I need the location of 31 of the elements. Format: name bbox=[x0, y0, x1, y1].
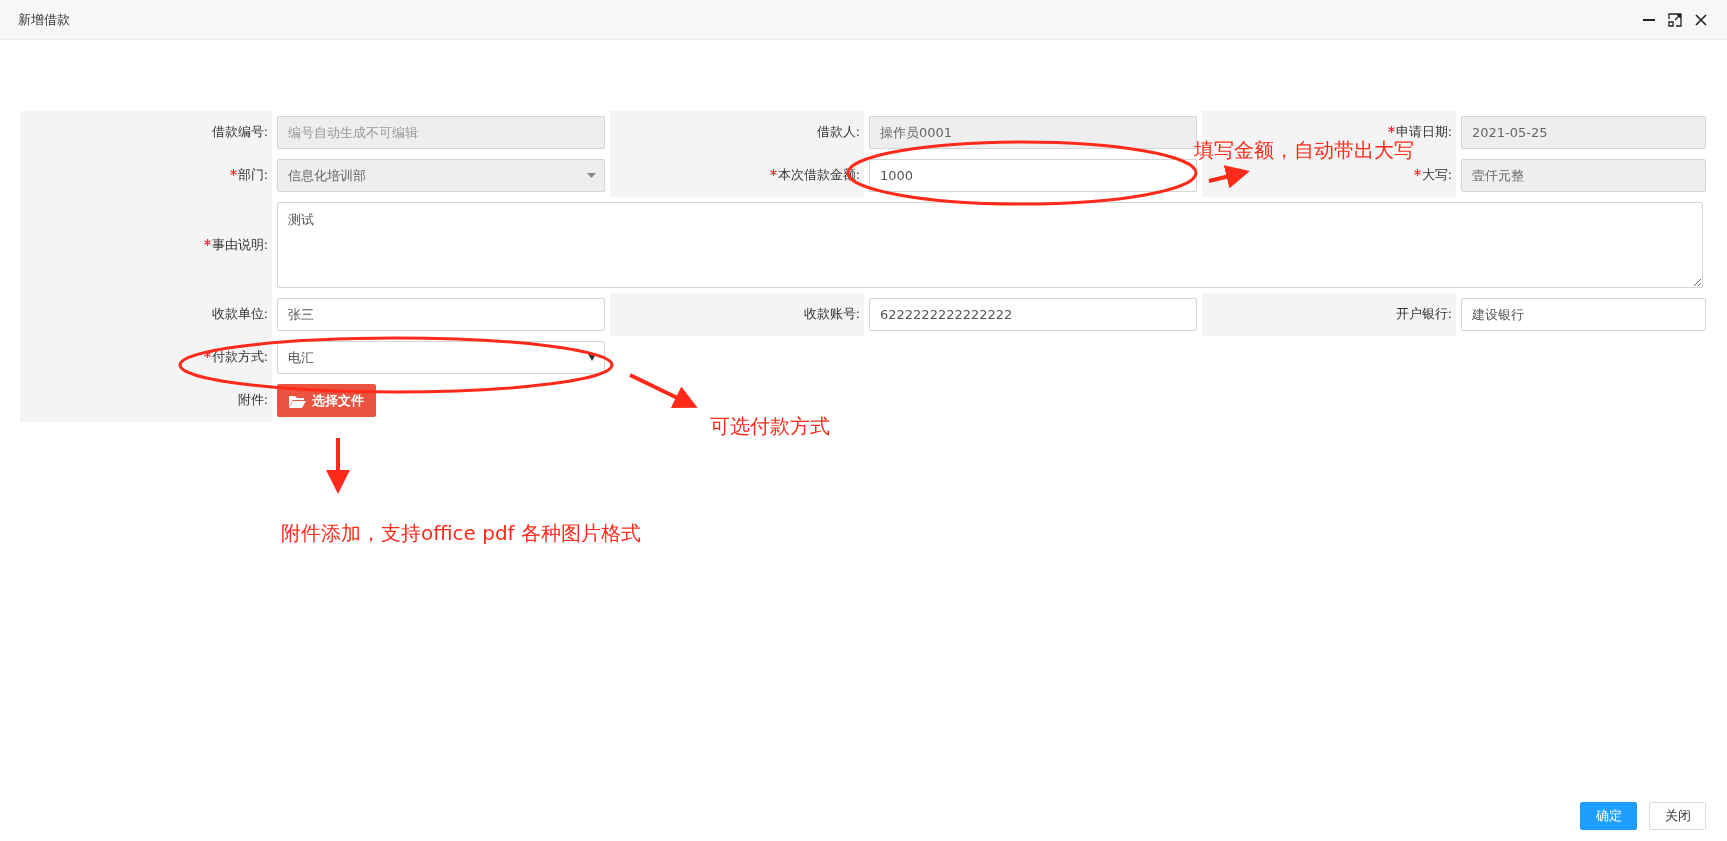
field-label: 事由说明: bbox=[211, 236, 268, 254]
arrow bbox=[326, 438, 350, 494]
annotation-note: 附件添加，支持office pdf 各种图片格式 bbox=[281, 523, 642, 543]
dropdown[interactable]: 电汇 bbox=[277, 341, 605, 374]
window-title: 新增借款 bbox=[18, 10, 71, 29]
text-area[interactable]: 测试 bbox=[277, 202, 1703, 288]
caret-icon bbox=[588, 354, 596, 361]
input-field[interactable]: 6222222222222222 bbox=[869, 298, 1197, 331]
field-label: 开户银行: bbox=[1395, 306, 1452, 323]
field-label: 收款单位: bbox=[211, 306, 268, 323]
maximize-icon[interactable] bbox=[1667, 11, 1683, 28]
field-label: 申请日期: bbox=[1395, 124, 1452, 141]
field-label: 借款人: bbox=[816, 124, 860, 141]
field-label: 收款账号: bbox=[803, 306, 860, 323]
folder-icon bbox=[289, 393, 306, 408]
input-field[interactable]: 1000 bbox=[869, 159, 1197, 192]
field-label: 附件: bbox=[237, 392, 268, 409]
field-label: 付款方式: bbox=[211, 349, 268, 366]
annotation-note: 填写金额，自动带出大写 bbox=[1194, 140, 1414, 160]
input-field[interactable]: 建设银行 bbox=[1461, 298, 1706, 331]
close-button[interactable]: 关闭 bbox=[1649, 802, 1706, 830]
annotation-note: 可选付款方式 bbox=[710, 416, 830, 436]
arrow bbox=[1208, 165, 1250, 189]
choose-file-button[interactable]: 选择文件 bbox=[277, 384, 376, 417]
input-field[interactable]: 张三 bbox=[277, 298, 605, 331]
field-label: 部门: bbox=[237, 167, 268, 184]
field-label: 借款编号: bbox=[211, 124, 268, 141]
arrow bbox=[629, 373, 698, 409]
caret-icon bbox=[587, 173, 596, 178]
field-label: 大写: bbox=[1421, 167, 1452, 184]
close-icon[interactable] bbox=[1693, 11, 1709, 28]
